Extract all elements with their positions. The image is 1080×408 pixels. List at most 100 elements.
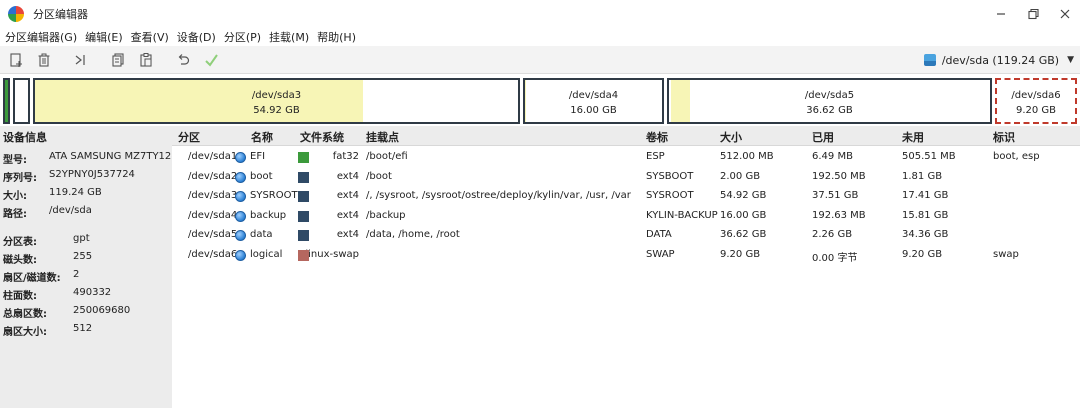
chevron-down-icon: ▼ [1067,55,1074,65]
col-mountpoint[interactable]: 挂载点 [366,129,399,145]
paste-icon[interactable] [137,51,155,69]
col-label[interactable]: 卷标 [646,129,668,145]
device-info-value: 2 [73,269,80,280]
col-size[interactable]: 大小 [720,129,742,145]
unused-cell: 34.36 GB [902,229,949,241]
segment-size: 9.20 GB [1015,105,1057,116]
copy-icon[interactable] [109,51,127,69]
info-icon [235,191,246,203]
name-cell: data [250,229,273,241]
partition-table: 分区 名称 文件系统 挂载点 卷标 大小 已用 未用 标识 /dev/sda1 E… [172,127,1080,408]
info-icon [235,250,246,261]
device-info-row: 大小: 119.24 GB [3,187,102,202]
minimize-icon[interactable] [994,7,1008,21]
filesystem-color-swatch [298,210,309,222]
used-cell: 192.50 MB [812,170,866,182]
device-info-row: 路径: /dev/sda [3,205,92,220]
device-info-label: 大小: [3,191,27,202]
map-segment-sda6[interactable]: /dev/sda6 9.20 GB [995,78,1077,124]
label-cell: SWAP [646,249,675,260]
close-icon[interactable] [1058,7,1072,21]
resize-move-icon[interactable] [71,51,89,69]
col-flags[interactable]: 标识 [993,129,1015,145]
device-info-value: 512 [73,323,93,334]
window-controls [994,0,1072,27]
menu-device[interactable]: 设备(D) [177,29,216,45]
table-header: 分区 名称 文件系统 挂载点 卷标 大小 已用 未用 标识 [172,127,1080,144]
map-segment-sda3[interactable]: /dev/sda3 54.92 GB [33,78,520,124]
menu-edit[interactable]: 编辑(E) [85,29,123,45]
name-cell: boot [250,170,273,182]
undo-icon[interactable] [174,51,192,69]
mountpoint-cell: /data, /home, /root [366,229,460,241]
device-selector-label: /dev/sda (119.24 GB) [941,53,1060,67]
segment-size: 54.92 GB [253,105,300,116]
table-row[interactable]: /dev/sda3 SYSROOT ext4 /, /sysroot, /sysroo… [172,187,1080,207]
size-cell: 9.20 GB [720,249,761,260]
size-cell: 2.00 GB [720,170,761,182]
size-cell: 512.00 MB [720,151,774,162]
table-row[interactable]: /dev/sda6 logical linux-swap SWAP 9.20 GB 0.0… [172,246,1080,266]
device-info-row: 型号: ATA SAMSUNG MZ7TY128 [3,151,178,166]
device-info-label: 分区表: [3,237,37,248]
filesystem-cell: linux-swap [305,249,359,260]
partition-map: /dev/sda3 54.92 GB /dev/sda4 16.00 GB /d… [0,74,1080,126]
col-name[interactable]: 名称 [251,129,273,145]
used-cell: 192.63 MB [812,209,866,221]
table-row[interactable]: /dev/sda2 boot ext4/boot SYSBOOT 2.00 GB 192.… [172,168,1080,188]
mountpoint-cell: /boot [366,170,392,182]
map-segment-sda4[interactable]: /dev/sda4 16.00 GB [523,78,664,124]
used-cell: 6.49 MB [812,151,853,162]
label-cell: KYLIN-BACKUP [646,209,718,221]
label-cell: SYSROOT [646,190,694,202]
filesystem-cell: fat32 [332,151,359,162]
filesystem-cell: ext4 [336,170,359,182]
menu-gparted[interactable]: 分区编辑器(G) [5,29,77,45]
device-info-label: 序列号: [3,173,37,184]
table-row[interactable]: /dev/sda1 EFI fat32/boot/efi ESP 512.00 MB 6.… [172,148,1080,168]
partition-cell: /dev/sda3 [188,190,238,202]
menu-view[interactable]: 查看(V) [131,29,169,45]
col-partition[interactable]: 分区 [178,129,200,145]
menu-partition[interactable]: 分区(P) [224,29,261,45]
name-cell: logical [250,249,283,260]
table-row[interactable]: /dev/sda4 backup ext4/backup KYLIN-BACKUP 16… [172,207,1080,227]
disk-icon [923,54,936,66]
delete-icon[interactable] [35,51,53,69]
label-cell: ESP [646,151,665,162]
name-cell: EFI [250,151,266,162]
col-filesystem[interactable]: 文件系统 [300,129,344,145]
name-cell: SYSROOT [250,190,298,202]
device-info-value: 250069680 [73,305,131,316]
new-partition-icon[interactable] [7,51,25,69]
table-body: /dev/sda1 EFI fat32/boot/efi ESP 512.00 MB 6.… [172,145,1080,408]
filesystem-color-swatch [298,152,309,163]
device-info-row: 扇区大小: 512 [3,323,92,338]
device-info-value: S2YPNY0J537724 [49,169,135,180]
map-segment-sda5[interactable]: /dev/sda5 36.62 GB [667,78,992,124]
map-segment-sda1[interactable] [3,78,10,124]
restore-icon[interactable] [1026,7,1040,21]
size-cell: 16.00 GB [720,209,767,221]
device-selector[interactable]: /dev/sda (119.24 GB) ▼ [923,50,1074,70]
map-segment-sda2[interactable] [13,78,30,124]
label-cell: SYSBOOT [646,170,694,182]
apply-icon[interactable] [202,51,220,69]
info-icon [235,171,246,183]
device-info-panel: 设备信息 型号: ATA SAMSUNG MZ7TY128 序列号: S2YPNY0J… [0,127,178,408]
used-cell: 37.51 GB [812,190,859,202]
col-used[interactable]: 已用 [812,129,834,145]
device-info-label: 路径: [3,209,27,220]
menu-help[interactable]: 帮助(H) [317,29,356,45]
menu-mount[interactable]: 挂载(M) [269,29,309,45]
filesystem-color-swatch [298,230,309,242]
col-unused[interactable]: 未用 [902,129,924,145]
filesystem-color-swatch [298,191,309,203]
table-row[interactable]: /dev/sda5 data ext4/data, /home, /root DATA… [172,226,1080,246]
segment-size: 36.62 GB [806,105,853,116]
device-info-value: gpt [73,233,90,244]
filesystem-color-swatch [298,171,309,183]
unused-cell: 505.51 MB [902,151,956,162]
used-cell: 2.26 GB [812,229,853,241]
segment-name: /dev/sda5 [804,90,855,101]
